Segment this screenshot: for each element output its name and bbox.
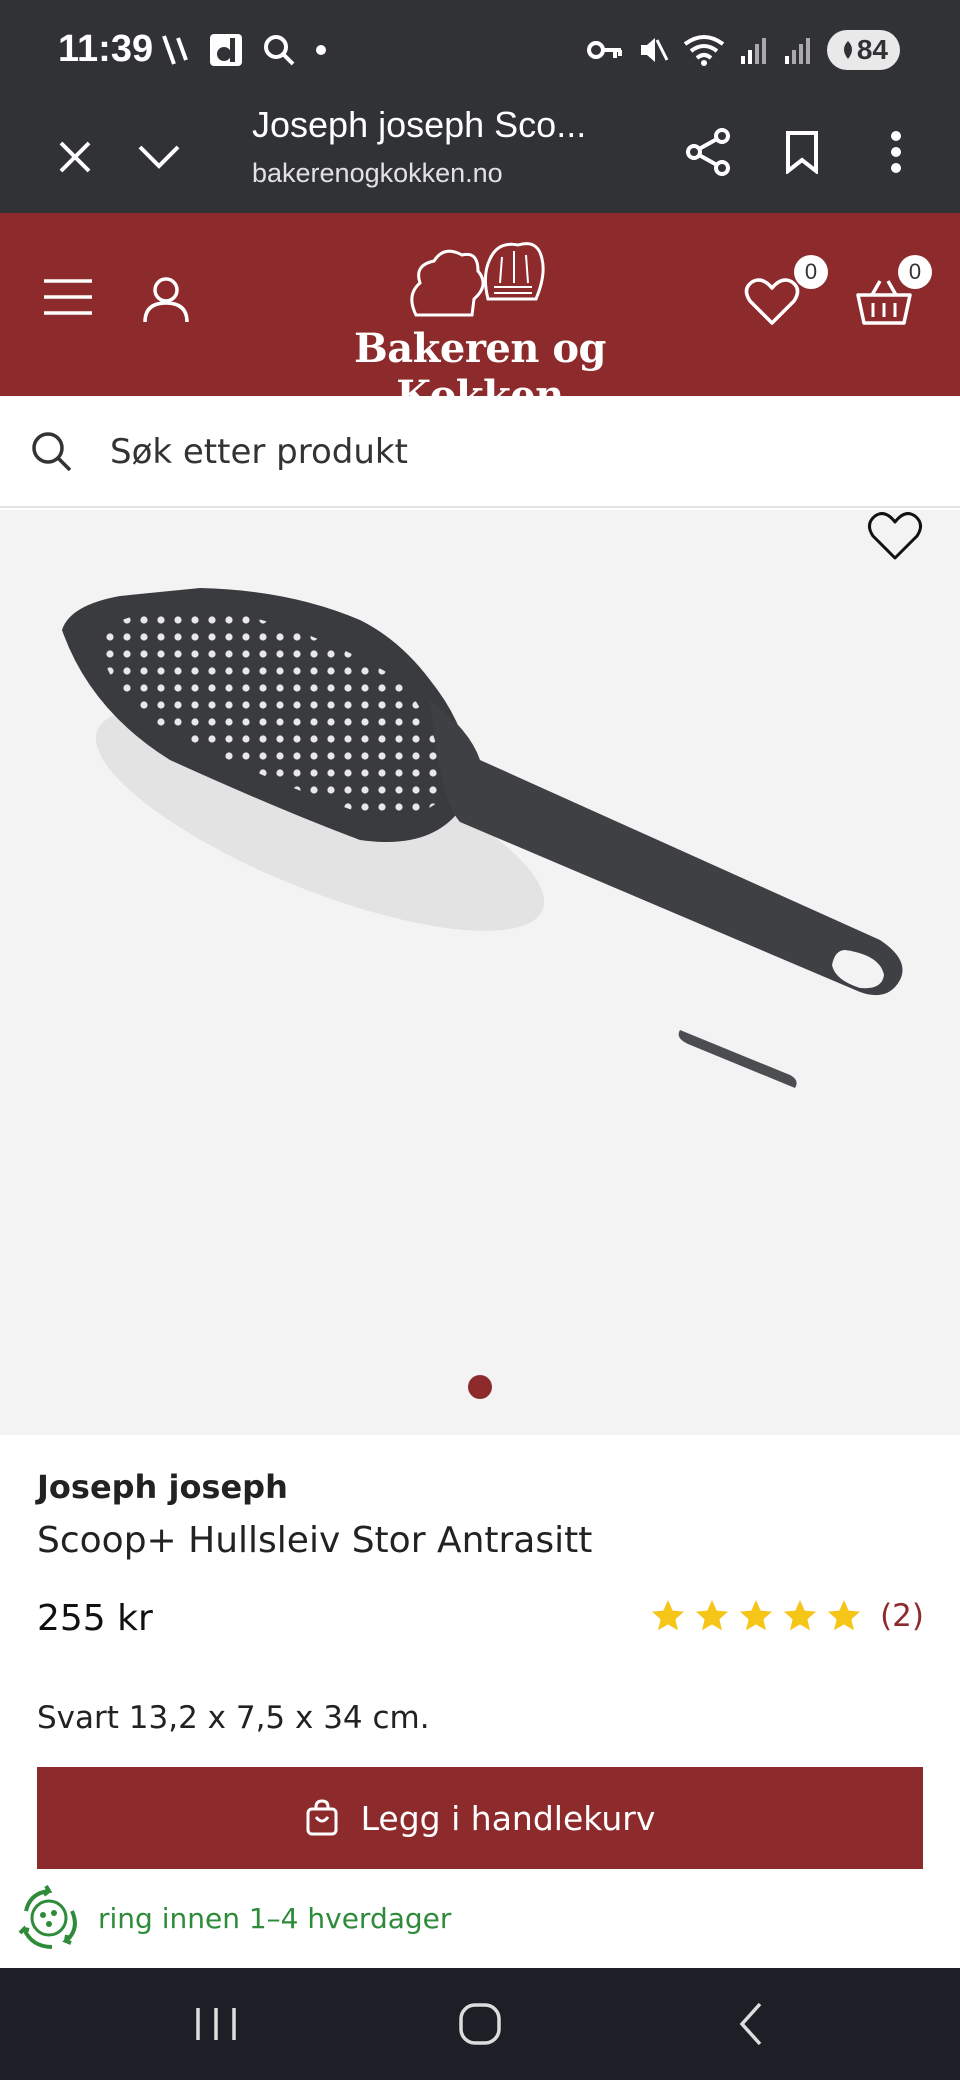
star-icon	[828, 1600, 861, 1631]
menu-button[interactable]	[40, 275, 100, 335]
home-icon	[459, 2003, 501, 2045]
chef-hats-logo-icon	[410, 242, 545, 317]
recents-icon	[196, 2008, 236, 2040]
battery-leaf-icon	[843, 41, 852, 59]
search-input[interactable]	[110, 424, 910, 480]
add-to-cart-button[interactable]: Legg i handlekurv	[37, 1767, 923, 1869]
bookmark-button[interactable]	[770, 120, 834, 184]
wishlist-count-badge: 0	[794, 255, 828, 289]
product-price: 255 kr	[37, 1598, 153, 1639]
d-app-icon	[210, 34, 242, 66]
battery-indicator: 84	[826, 30, 900, 70]
wishlist-button[interactable]: 0	[744, 255, 828, 337]
star-icon	[652, 1600, 685, 1631]
search-bar	[0, 396, 960, 508]
status-notification-icons	[160, 30, 328, 70]
page-title: Joseph joseph Sco...	[252, 104, 587, 145]
back-icon	[739, 2002, 762, 2046]
recycle-delivery-icon	[18, 1885, 77, 1949]
heart-icon	[868, 512, 922, 560]
close-icon	[59, 141, 91, 173]
system-navigation-bar	[0, 1968, 960, 2080]
product-image-gallery[interactable]	[0, 510, 960, 1435]
wifi-icon	[683, 35, 725, 66]
chevron-down-icon	[138, 145, 180, 169]
signal-r-icon	[740, 38, 766, 64]
product-rating[interactable]: (2)	[650, 1598, 924, 1634]
battery-level: 84	[856, 34, 888, 65]
site-logo[interactable]: Bakeren og Kokken	[300, 235, 660, 419]
slash-notification-icon	[162, 35, 188, 65]
star-icon	[784, 1600, 817, 1631]
browser-toolbar: Joseph joseph Sco... bakerenogkokken.no	[0, 100, 960, 213]
product-name: Scoop+ Hullsleiv Stor Antrasitt	[37, 1520, 593, 1561]
product-image	[62, 588, 903, 1088]
overflow-menu-button[interactable]	[864, 120, 928, 184]
delivery-text: ring innen 1–4 hverdager	[98, 1901, 452, 1935]
home-button[interactable]	[450, 1996, 510, 2052]
cart-count-badge: 0	[898, 255, 932, 289]
key-icon	[586, 41, 622, 59]
status-bar: 11:39 84	[0, 0, 960, 100]
page-url[interactable]: bakerenogkokken.no	[252, 158, 503, 189]
dot-icon	[316, 45, 326, 55]
mute-icon	[640, 38, 669, 62]
status-time: 11:39	[58, 28, 154, 70]
carousel-dot-active[interactable]	[468, 1375, 492, 1399]
search-notification-icon	[264, 35, 295, 66]
user-icon	[143, 277, 189, 323]
search-icon	[32, 432, 72, 472]
recents-button[interactable]	[186, 1996, 246, 2052]
back-button[interactable]	[722, 1996, 782, 2052]
heart-icon	[744, 278, 800, 325]
star-icon	[696, 1600, 729, 1631]
shopping-bag-icon	[306, 1799, 338, 1836]
signal-icon	[784, 38, 810, 64]
star-icon	[740, 1600, 773, 1631]
delivery-info: ring innen 1–4 hverdager	[16, 1885, 451, 1951]
product-brand[interactable]: Joseph joseph	[37, 1468, 288, 1506]
hamburger-icon	[44, 279, 92, 315]
minimize-tab-button[interactable]	[124, 122, 194, 192]
share-icon	[686, 128, 730, 176]
rating-count[interactable]: (2)	[880, 1598, 924, 1634]
close-tab-button[interactable]	[40, 122, 110, 192]
share-button[interactable]	[676, 120, 740, 184]
add-to-cart-label: Legg i handlekurv	[360, 1798, 656, 1838]
status-system-icons: 84	[586, 30, 900, 70]
add-to-wishlist-button[interactable]	[866, 510, 930, 574]
product-description: Svart 13,2 x 7,5 x 34 cm.	[37, 1700, 430, 1736]
account-button[interactable]	[140, 273, 200, 333]
cart-button[interactable]: 0	[856, 255, 932, 337]
site-header: Bakeren og Kokken 0 0	[0, 213, 960, 419]
bookmark-icon	[786, 131, 818, 174]
more-vertical-icon	[891, 131, 901, 173]
